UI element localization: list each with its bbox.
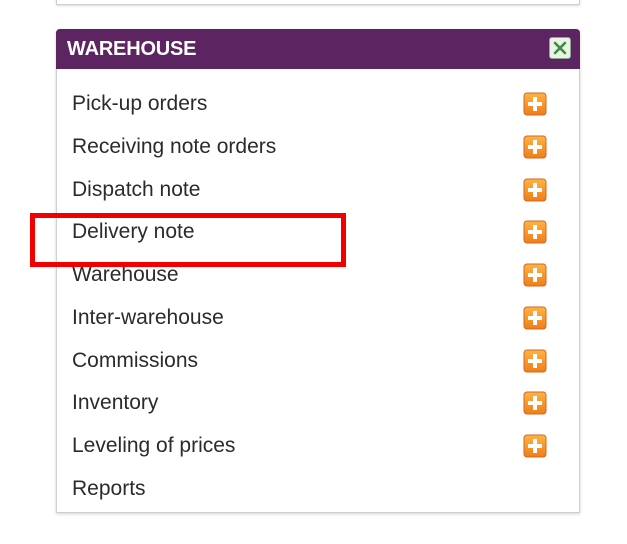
menu-item-label[interactable]: Reports xyxy=(72,477,146,501)
plus-add-icon[interactable] xyxy=(523,178,547,202)
menu-item-commissions[interactable]: Commissions xyxy=(72,345,552,388)
plus-add-icon[interactable] xyxy=(523,263,547,287)
menu-item-label[interactable]: Inter-warehouse xyxy=(72,306,224,330)
warehouse-menu: Pick-up orders Receiving note orders Dis… xyxy=(72,88,552,516)
menu-item-reports[interactable]: Reports xyxy=(72,473,552,516)
plus-add-icon[interactable] xyxy=(523,220,547,244)
page: WAREHOUSE Pick-up orders Receiving note … xyxy=(0,0,627,544)
menu-item-label[interactable]: Warehouse xyxy=(72,263,179,287)
menu-item-delivery-note[interactable]: Delivery note xyxy=(72,216,552,259)
menu-item-inventory[interactable]: Inventory xyxy=(72,387,552,430)
close-button[interactable] xyxy=(549,37,571,59)
plus-add-icon[interactable] xyxy=(523,391,547,415)
menu-item-label[interactable]: Leveling of prices xyxy=(72,434,235,458)
menu-item-pick-up-orders[interactable]: Pick-up orders xyxy=(72,88,552,131)
menu-item-label[interactable]: Pick-up orders xyxy=(72,92,207,116)
menu-item-label[interactable]: Inventory xyxy=(72,391,158,415)
menu-item-leveling-of-prices[interactable]: Leveling of prices xyxy=(72,430,552,473)
previous-panel-bottom xyxy=(56,0,580,5)
menu-item-warehouse[interactable]: Warehouse xyxy=(72,259,552,302)
plus-add-icon[interactable] xyxy=(523,349,547,373)
close-x-icon xyxy=(553,41,567,55)
warehouse-panel: WAREHOUSE Pick-up orders Receiving note … xyxy=(56,29,580,513)
panel-header: WAREHOUSE xyxy=(56,29,580,69)
menu-item-label[interactable]: Dispatch note xyxy=(72,178,200,202)
plus-add-icon[interactable] xyxy=(523,434,547,458)
plus-add-icon[interactable] xyxy=(523,92,547,116)
menu-item-dispatch-note[interactable]: Dispatch note xyxy=(72,174,552,217)
plus-add-icon[interactable] xyxy=(523,306,547,330)
menu-item-label[interactable]: Commissions xyxy=(72,349,198,373)
menu-item-receiving-note-orders[interactable]: Receiving note orders xyxy=(72,131,552,174)
panel-title: WAREHOUSE xyxy=(67,38,197,60)
menu-item-label[interactable]: Delivery note xyxy=(72,220,195,244)
plus-add-icon[interactable] xyxy=(523,135,547,159)
menu-item-label[interactable]: Receiving note orders xyxy=(72,135,276,159)
menu-item-inter-warehouse[interactable]: Inter-warehouse xyxy=(72,302,552,345)
